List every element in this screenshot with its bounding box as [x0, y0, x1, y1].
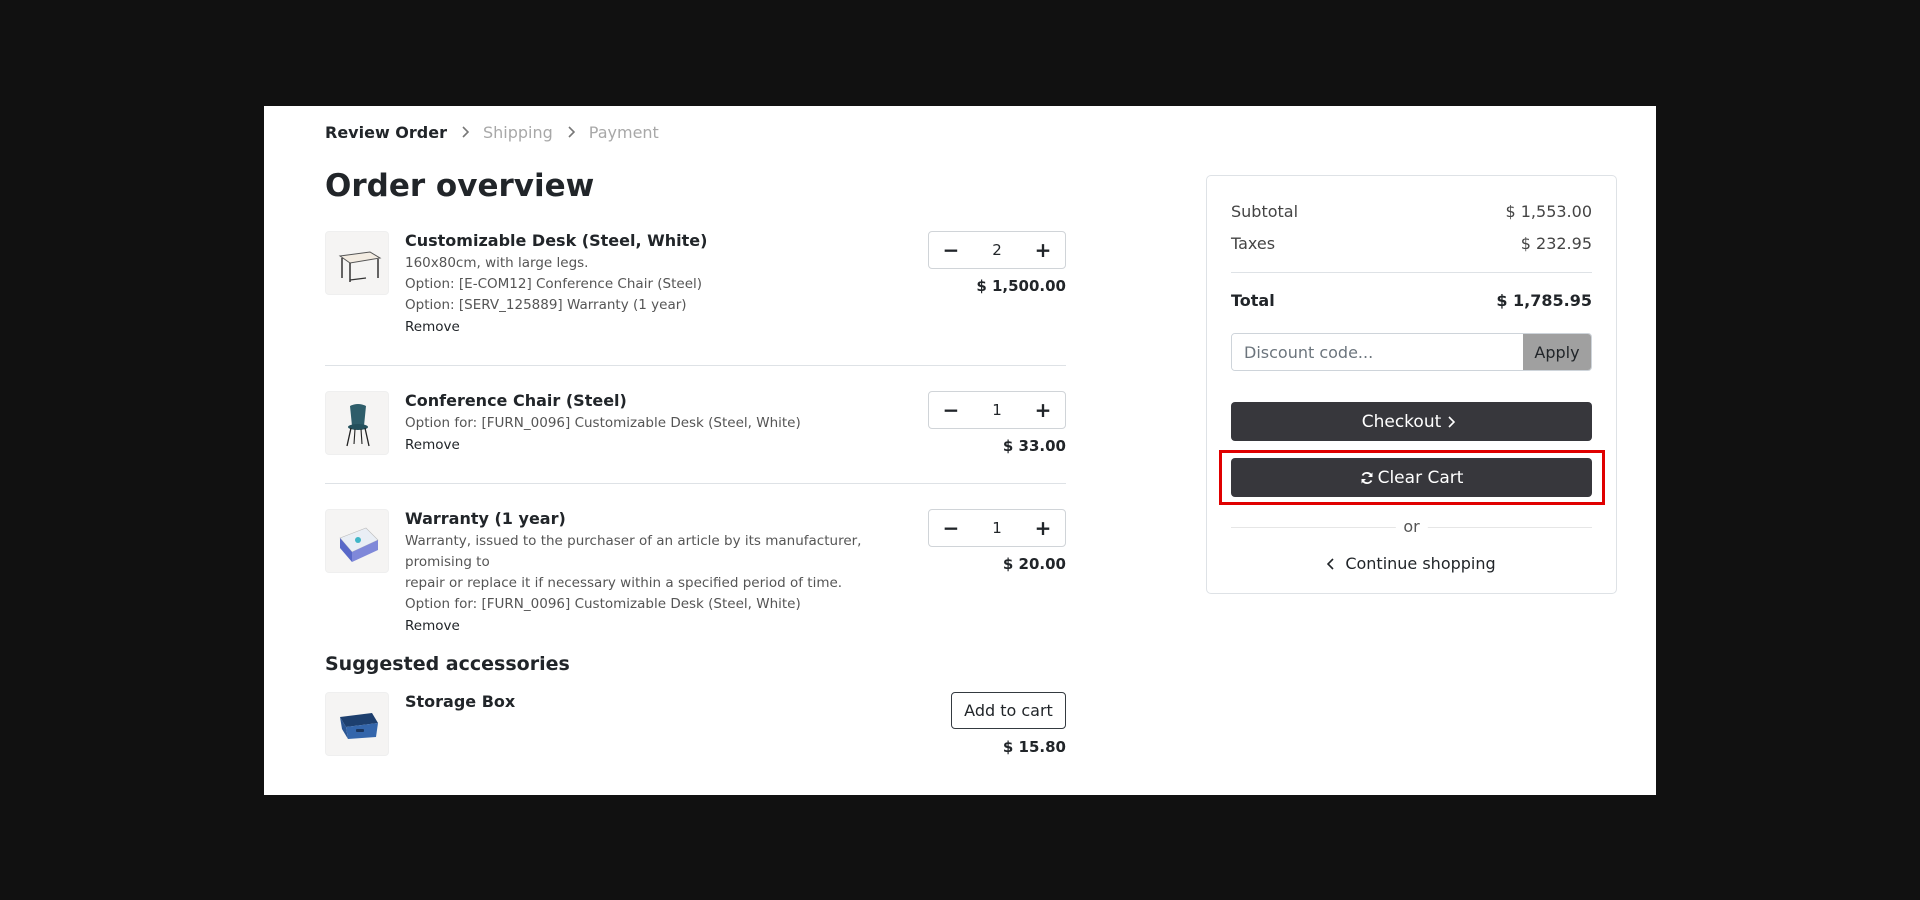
- clear-cart-button[interactable]: Clear Cart: [1231, 458, 1592, 497]
- warranty-box-image: [325, 509, 389, 573]
- product-option: Option: [E-COM12] Conference Chair (Stee…: [405, 276, 703, 292]
- product-description: Warranty, issued to the purchaser of an …: [405, 533, 862, 570]
- minus-icon[interactable]: −: [929, 510, 973, 546]
- product-option: Option: [SERV_125889] Warranty (1 year): [405, 297, 687, 313]
- cart-page: Review Order Shipping Payment Order over…: [264, 106, 1656, 795]
- product-option: Option for: [FURN_0096] Customizable Des…: [405, 415, 801, 431]
- discount-form: Apply: [1231, 333, 1592, 371]
- continue-shopping-label: Continue shopping: [1345, 554, 1496, 573]
- chevron-right-icon: [461, 123, 470, 142]
- desk-image: [325, 231, 389, 295]
- remove-link[interactable]: Remove: [405, 319, 460, 335]
- checkout-button[interactable]: Checkout: [1231, 402, 1592, 441]
- accessory-item: Storage Box Add to cart $ 15.80: [325, 692, 1066, 762]
- cart-line-chair: Conference Chair (Steel) Option for: [FU…: [325, 391, 1066, 461]
- divider: [1231, 272, 1592, 273]
- product-name[interactable]: Customizable Desk (Steel, White): [405, 231, 915, 251]
- product-name[interactable]: Warranty (1 year): [405, 509, 915, 529]
- quantity-stepper: − 2 +: [928, 231, 1066, 269]
- taxes-value: $ 232.95: [1520, 234, 1592, 253]
- product-description: 160x80cm, with large legs.: [405, 255, 589, 271]
- refresh-icon: [1361, 471, 1373, 484]
- cart-line-desk: Customizable Desk (Steel, White) 160x80c…: [325, 231, 1066, 349]
- chevron-left-icon: [1327, 557, 1334, 570]
- apply-button[interactable]: Apply: [1523, 334, 1591, 370]
- suggested-accessories-title: Suggested accessories: [325, 653, 570, 675]
- clear-cart-label: Clear Cart: [1377, 467, 1464, 488]
- remove-link[interactable]: Remove: [405, 618, 460, 634]
- quantity-stepper: − 1 +: [928, 391, 1066, 429]
- quantity-input[interactable]: 1: [973, 519, 1021, 537]
- breadcrumb-shipping[interactable]: Shipping: [483, 123, 553, 142]
- minus-icon[interactable]: −: [929, 392, 973, 428]
- line-price: $ 15.80: [1002, 738, 1066, 756]
- quantity-stepper: − 1 +: [928, 509, 1066, 547]
- minus-icon[interactable]: −: [929, 232, 973, 268]
- subtotal-label: Subtotal: [1231, 202, 1299, 221]
- breadcrumb: Review Order Shipping Payment: [325, 123, 659, 142]
- taxes-label: Taxes: [1231, 234, 1276, 253]
- or-separator: or: [1231, 517, 1592, 537]
- subtotal-value: $ 1,553.00: [1505, 202, 1592, 221]
- product-option: Option for: [FURN_0096] Customizable Des…: [405, 596, 801, 612]
- order-summary-card: Subtotal $ 1,553.00 Taxes $ 232.95 Total…: [1206, 175, 1617, 594]
- chevron-right-icon: [1448, 415, 1456, 428]
- total-label: Total: [1231, 291, 1275, 310]
- chevron-right-icon: [567, 123, 575, 142]
- checkout-label: Checkout: [1361, 411, 1442, 432]
- divider: [325, 483, 1066, 484]
- line-price: $ 20.00: [1002, 555, 1066, 573]
- breadcrumb-payment[interactable]: Payment: [589, 123, 659, 142]
- product-description: repair or replace it if necessary within…: [405, 575, 843, 591]
- taxes-row: Taxes $ 232.95: [1231, 234, 1592, 253]
- subtotal-row: Subtotal $ 1,553.00: [1231, 202, 1592, 221]
- add-to-cart-button[interactable]: Add to cart: [951, 692, 1066, 729]
- chair-image: [325, 391, 389, 455]
- discount-code-input[interactable]: [1232, 334, 1523, 370]
- total-value: $ 1,785.95: [1496, 291, 1592, 310]
- page-title: Order overview: [325, 168, 595, 204]
- cart-line-warranty: Warranty (1 year) Warranty, issued to th…: [325, 509, 1066, 634]
- product-name[interactable]: Conference Chair (Steel): [405, 391, 915, 411]
- divider: [325, 365, 1066, 366]
- line-info: Warranty (1 year) Warranty, issued to th…: [405, 509, 915, 634]
- quantity-input[interactable]: 1: [973, 401, 1021, 419]
- line-info: Storage Box: [405, 692, 915, 712]
- breadcrumb-review-order: Review Order: [325, 123, 447, 142]
- plus-icon[interactable]: +: [1021, 232, 1065, 268]
- or-label: or: [1395, 517, 1428, 536]
- quantity-input[interactable]: 2: [973, 241, 1021, 259]
- continue-shopping-link[interactable]: Continue shopping: [1207, 554, 1616, 573]
- remove-link[interactable]: Remove: [405, 437, 460, 453]
- product-name[interactable]: Storage Box: [405, 692, 915, 712]
- plus-icon[interactable]: +: [1021, 392, 1065, 428]
- line-price: $ 33.00: [1002, 437, 1066, 455]
- line-info: Conference Chair (Steel) Option for: [FU…: [405, 391, 915, 453]
- storage-box-image: [325, 692, 389, 756]
- line-info: Customizable Desk (Steel, White) 160x80c…: [405, 231, 915, 335]
- plus-icon[interactable]: +: [1021, 510, 1065, 546]
- total-row: Total $ 1,785.95: [1231, 291, 1592, 310]
- line-price: $ 1,500.00: [976, 277, 1066, 295]
